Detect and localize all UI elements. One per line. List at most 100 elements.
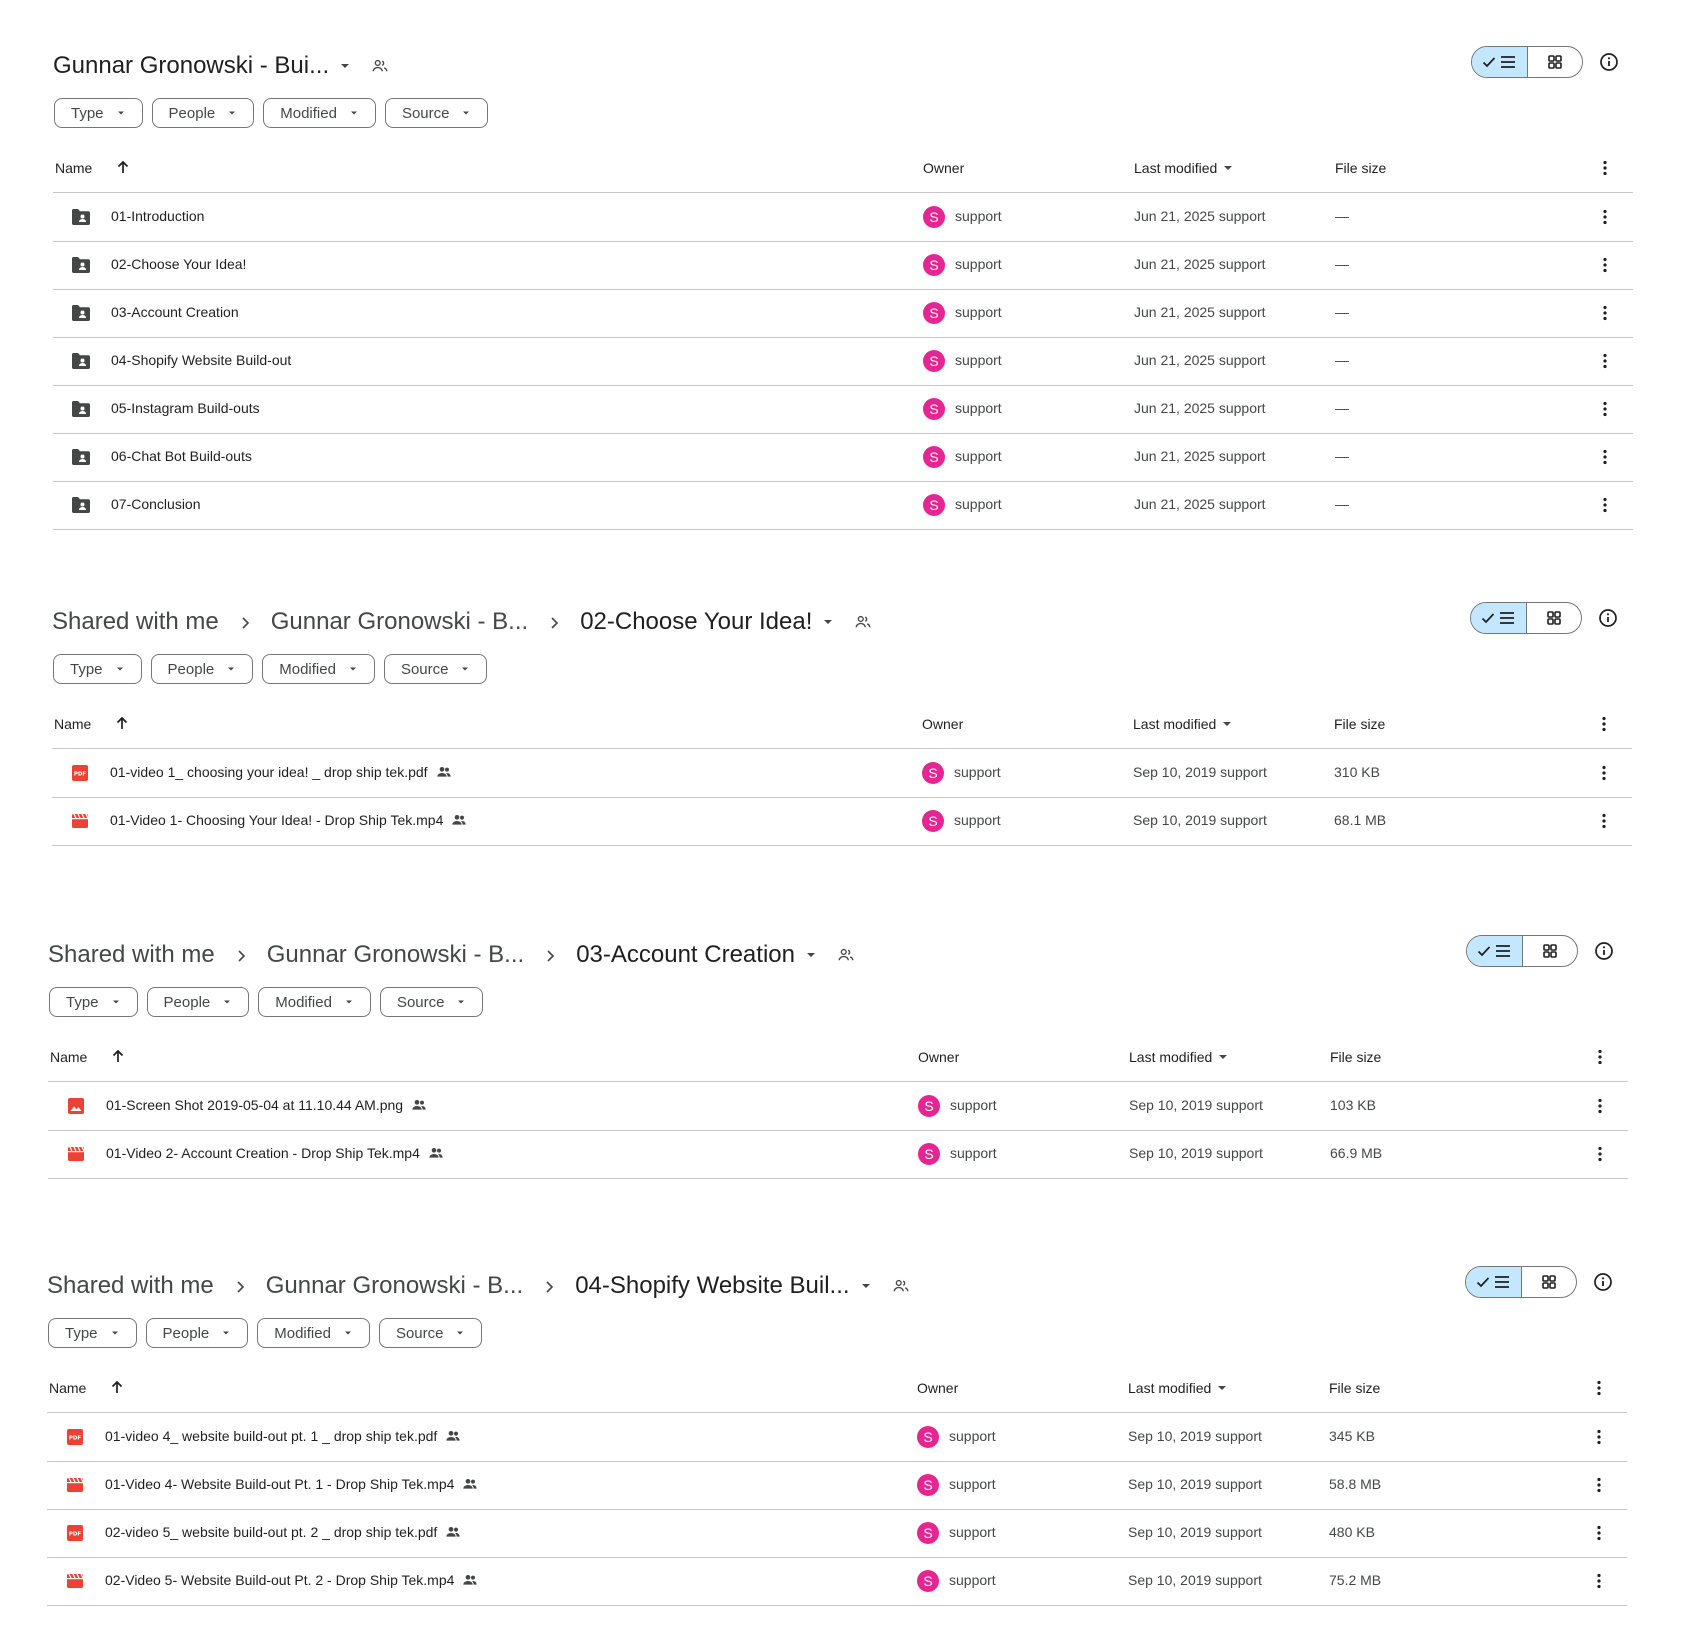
sort-ascending-icon[interactable] (115, 159, 131, 178)
source-filter-chip[interactable]: Source (379, 987, 484, 1017)
sort-ascending-icon[interactable] (114, 715, 130, 734)
folder-actions-dropdown-icon[interactable] (339, 60, 351, 72)
type-filter-chip[interactable]: Type (48, 1318, 137, 1348)
modified-filter-chip[interactable]: Modified (263, 98, 376, 128)
source-filter-chip[interactable]: Source (383, 654, 488, 684)
table-row[interactable]: 01-Video 2- Account Creation - Drop Ship… (48, 1130, 1628, 1179)
people-filter-chip[interactable]: People (150, 654, 254, 684)
more-options-icon[interactable] (1590, 1144, 1610, 1164)
last-modified-column-header[interactable]: Last modified (1128, 1380, 1228, 1396)
list-view-button[interactable] (1471, 603, 1527, 633)
file-size-column-header[interactable]: File size (1335, 160, 1386, 176)
avatar[interactable]: S (923, 254, 945, 276)
file-name[interactable]: 06-Chat Bot Build-outs (111, 448, 252, 464)
folder-actions-dropdown-icon[interactable] (805, 949, 817, 961)
name-column-header[interactable]: Name (54, 716, 91, 732)
more-options-icon[interactable] (1590, 1047, 1610, 1067)
avatar[interactable]: S (923, 302, 945, 324)
more-options-icon[interactable] (1595, 351, 1615, 371)
info-icon[interactable] (1592, 939, 1616, 963)
avatar[interactable]: S (917, 1570, 939, 1592)
more-options-icon[interactable] (1589, 1475, 1609, 1495)
table-row[interactable]: 07-Conclusion Ssupport Jun 21, 2025 suppor… (53, 481, 1633, 530)
avatar[interactable]: S (918, 1143, 940, 1165)
more-options-icon[interactable] (1595, 158, 1615, 178)
table-row[interactable]: 01-Video 4- Website Build-out Pt. 1 - Dr… (47, 1461, 1627, 1510)
more-options-icon[interactable] (1595, 399, 1615, 419)
people-filter-chip[interactable]: People (145, 1318, 249, 1348)
modified-filter-chip[interactable]: Modified (262, 654, 375, 684)
table-row[interactable]: 06-Chat Bot Build-outs Ssupport Jun 21, 20… (53, 433, 1633, 482)
file-name[interactable]: 01-Introduction (111, 208, 204, 224)
last-modified-column-header[interactable]: Last modified (1134, 160, 1234, 176)
source-filter-chip[interactable]: Source (378, 1318, 483, 1348)
breadcrumb-item[interactable]: Shared with me (52, 608, 219, 636)
list-view-button[interactable] (1466, 1267, 1522, 1297)
table-row[interactable]: 01-Video 1- Choosing Your Idea! - Drop S… (52, 797, 1632, 846)
file-name[interactable]: 07-Conclusion (111, 496, 201, 512)
folder-actions-dropdown-icon[interactable] (860, 1280, 872, 1292)
table-row[interactable]: PDF 01-video 4_ website build-out pt. 1 _… (47, 1413, 1627, 1462)
table-row[interactable]: 05-Instagram Build-outs Ssupport Jun 21, 2… (53, 385, 1633, 434)
file-name[interactable]: 01-video 4_ website build-out pt. 1 _ dr… (105, 1428, 461, 1444)
type-filter-chip[interactable]: Type (54, 98, 143, 128)
file-size-column-header[interactable]: File size (1330, 1049, 1381, 1065)
info-icon[interactable] (1596, 606, 1620, 630)
file-name[interactable]: 02-Video 5- Website Build-out Pt. 2 - Dr… (105, 1572, 478, 1588)
grid-view-button[interactable] (1523, 936, 1578, 966)
avatar[interactable]: S (923, 446, 945, 468)
modified-filter-chip[interactable]: Modified (258, 987, 371, 1017)
table-row[interactable]: 03-Account Creation Ssupport Jun 21, 2025 … (53, 289, 1633, 338)
grid-view-button[interactable] (1528, 47, 1583, 77)
file-name[interactable]: 01-Video 1- Choosing Your Idea! - Drop S… (110, 812, 467, 828)
file-name[interactable]: 01-Screen Shot 2019-05-04 at 11.10.44 AM… (106, 1097, 427, 1113)
table-row[interactable]: 01-Introduction Ssupport Jun 21, 2025 supp… (53, 193, 1633, 242)
breadcrumb-item[interactable]: Shared with me (47, 1272, 214, 1300)
list-view-button[interactable] (1467, 936, 1523, 966)
table-row[interactable]: PDF 01-video 1_ choosing your idea! _ dro… (52, 749, 1632, 798)
name-column-header[interactable]: Name (49, 1380, 86, 1396)
more-options-icon[interactable] (1594, 714, 1614, 734)
last-modified-column-header[interactable]: Last modified (1129, 1049, 1229, 1065)
more-options-icon[interactable] (1594, 763, 1614, 783)
table-row[interactable]: 02-Choose Your Idea! Ssupport Jun 21, 2025… (53, 241, 1633, 290)
avatar[interactable]: S (922, 810, 944, 832)
people-filter-chip[interactable]: People (151, 98, 255, 128)
breadcrumb-item[interactable]: Shared with me (48, 941, 215, 969)
avatar[interactable]: S (918, 1095, 940, 1117)
type-filter-chip[interactable]: Type (53, 654, 142, 684)
grid-view-button[interactable] (1522, 1267, 1577, 1297)
info-icon[interactable] (1591, 1270, 1615, 1294)
name-column-header[interactable]: Name (50, 1049, 87, 1065)
sort-ascending-icon[interactable] (110, 1048, 126, 1067)
file-size-column-header[interactable]: File size (1334, 716, 1385, 732)
modified-filter-chip[interactable]: Modified (257, 1318, 370, 1348)
owner-column-header[interactable]: Owner (917, 1380, 958, 1396)
owner-column-header[interactable]: Owner (918, 1049, 959, 1065)
avatar[interactable]: S (922, 762, 944, 784)
file-name[interactable]: 05-Instagram Build-outs (111, 400, 260, 416)
info-icon[interactable] (1597, 50, 1621, 74)
owner-column-header[interactable]: Owner (923, 160, 964, 176)
more-options-icon[interactable] (1595, 495, 1615, 515)
avatar[interactable]: S (917, 1426, 939, 1448)
more-options-icon[interactable] (1595, 447, 1615, 467)
source-filter-chip[interactable]: Source (384, 98, 489, 128)
sort-ascending-icon[interactable] (109, 1379, 125, 1398)
current-folder-title[interactable]: 02-Choose Your Idea! (580, 608, 812, 636)
file-name[interactable]: 04-Shopify Website Build-out (111, 352, 291, 368)
folder-actions-dropdown-icon[interactable] (822, 616, 834, 628)
current-folder-title[interactable]: 03-Account Creation (576, 941, 795, 969)
people-filter-chip[interactable]: People (146, 987, 250, 1017)
file-size-column-header[interactable]: File size (1329, 1380, 1380, 1396)
file-name[interactable]: 01-Video 2- Account Creation - Drop Ship… (106, 1145, 444, 1161)
avatar[interactable]: S (923, 398, 945, 420)
avatar[interactable]: S (923, 350, 945, 372)
table-row[interactable]: 01-Screen Shot 2019-05-04 at 11.10.44 AM… (48, 1082, 1628, 1131)
breadcrumb-item[interactable]: Gunnar Gronowski - B... (271, 608, 528, 636)
breadcrumb-item[interactable]: Gunnar Gronowski - B... (267, 941, 524, 969)
last-modified-column-header[interactable]: Last modified (1133, 716, 1233, 732)
more-options-icon[interactable] (1595, 255, 1615, 275)
avatar[interactable]: S (923, 494, 945, 516)
more-options-icon[interactable] (1595, 207, 1615, 227)
